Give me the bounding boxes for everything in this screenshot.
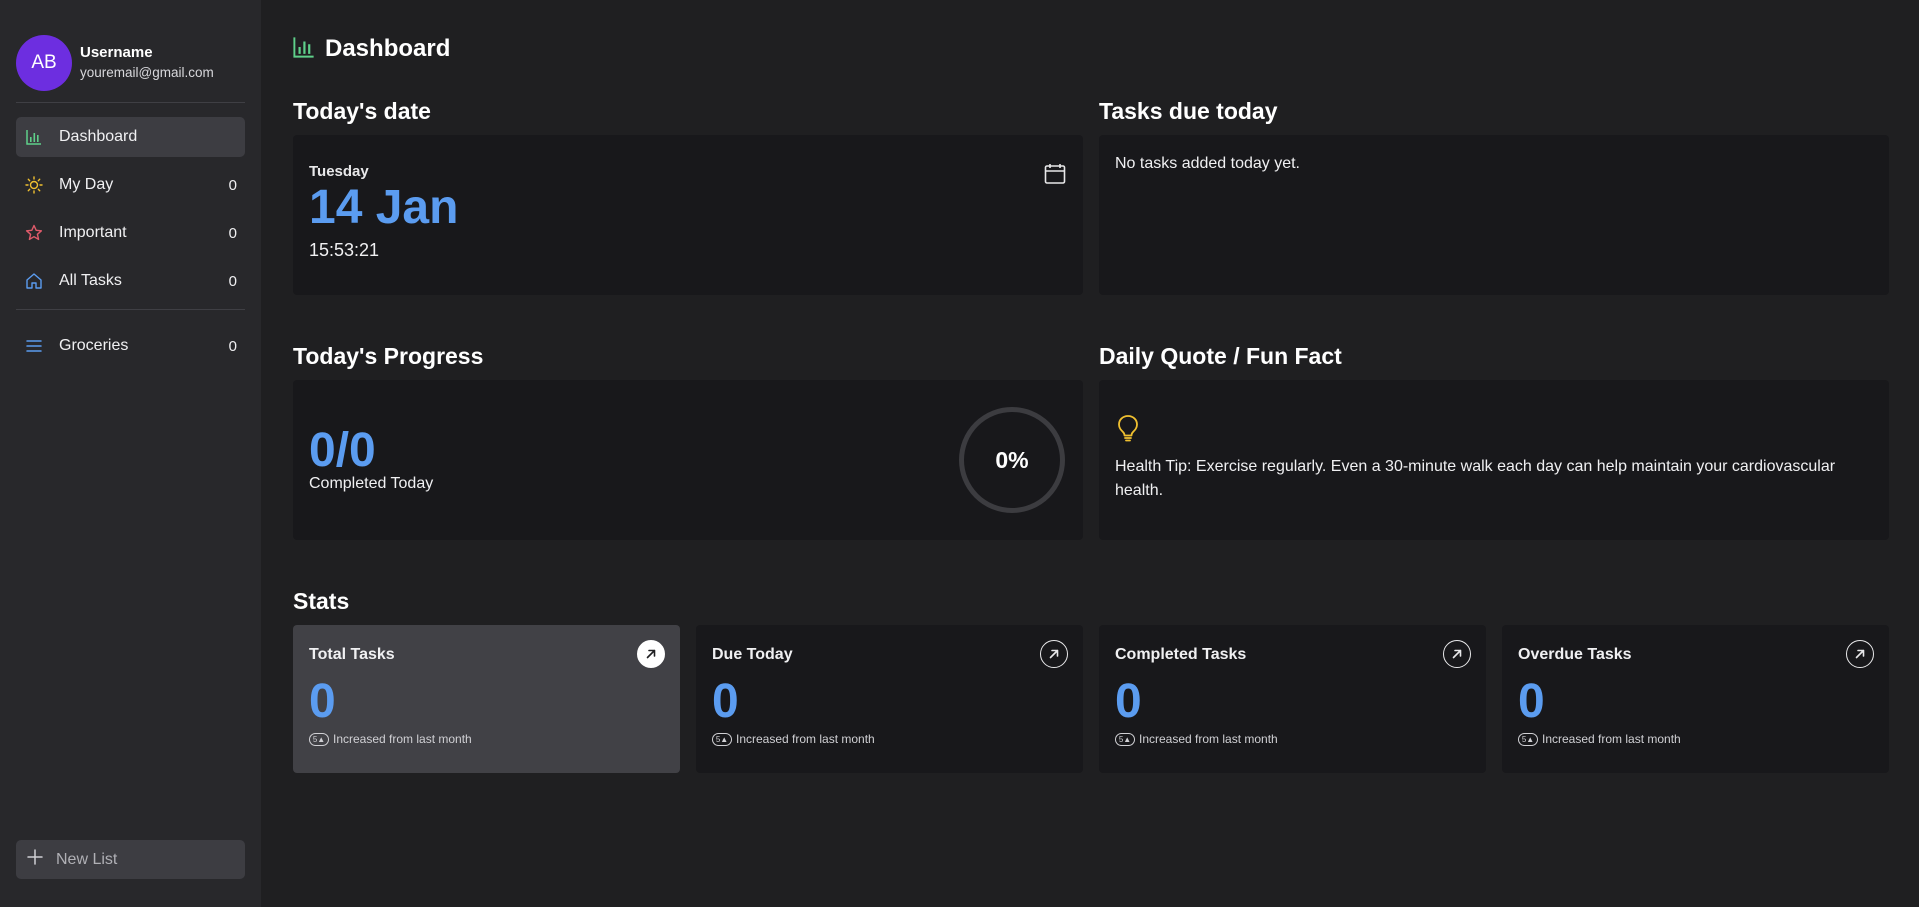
stat-value: 0 [712,675,739,728]
tasks-due-card: No tasks added today yet. [1099,135,1889,295]
quote-section: Daily Quote / Fun Fact Health Tip: Exerc… [1099,343,1889,540]
sidebar-item-label: All Tasks [59,272,122,289]
nav-divider [16,309,245,310]
stat-card-completed-tasks[interactable]: Completed Tasks 0 5 ▲ Increased from last… [1099,625,1486,773]
section-title: Tasks due today [1099,98,1278,124]
stat-sub-label: Increased from last month [1542,732,1681,746]
stat-value: 0 [1518,675,1545,728]
stat-subtext: 5 ▲ Increased from last month [309,732,664,746]
sidebar-item-label: Important [59,224,127,241]
trend-badge: 5 ▲ [712,732,732,746]
stat-title: Completed Tasks [1115,646,1247,663]
sidebar: AB Username youremail@gmail.com Dashboar… [0,0,261,907]
quote-card: Health Tip: Exercise regularly. Even a 3… [1099,380,1889,540]
stat-sub-label: Increased from last month [333,732,472,746]
arrow-up-right-icon[interactable] [637,640,665,668]
trend-badge-value: 5 [312,734,318,744]
date-card: Tuesday 14 Jan 15:53:21 [293,135,1083,295]
chart-icon [293,36,315,63]
calendar-icon[interactable] [1043,162,1067,191]
section-title: Today's Progress [293,343,484,369]
sidebar-item-label: My Day [59,176,114,193]
trend-badge: 5 ▲ [1518,732,1538,746]
sidebar-item-important[interactable]: Important 0 [16,213,245,253]
row-top: Today's date Tuesday 14 Jan 15:53:21 Tas… [293,98,1889,295]
profile[interactable]: AB Username youremail@gmail.com [16,0,245,103]
trend-badge-value: 5 [1118,734,1124,744]
date-value: 14 Jan [309,181,459,234]
avatar[interactable]: AB [16,34,72,91]
stat-title: Due Today [712,646,793,663]
chart-icon [24,127,44,147]
plus-icon [26,848,44,871]
progress-value: 0/0 [309,424,376,477]
page-header: Dashboard [293,0,1889,98]
trend-badge: 5 ▲ [1115,732,1135,746]
list-icon [24,336,44,356]
section-title: Daily Quote / Fun Fact [1099,343,1342,369]
sidebar-item-groceries[interactable]: Groceries 0 [16,326,245,366]
row-middle: Today's Progress 0/0 Completed Today 0% … [293,343,1889,540]
sidebar-item-count: 0 [228,337,237,355]
progress-label: Completed Today [309,475,434,492]
profile-email: youremail@gmail.com [80,64,214,80]
profile-name: Username [80,43,153,61]
time-value: 15:53:21 [309,240,380,260]
today-section: Today's date Tuesday 14 Jan 15:53:21 [293,98,1083,295]
star-icon [24,223,44,243]
lightbulb-icon [1115,415,1141,446]
stat-card-due-today[interactable]: Due Today 0 5 ▲ Increased from last month [696,625,1083,773]
trend-badge: 5 ▲ [309,732,329,746]
stat-title: Total Tasks [309,646,395,663]
trend-badge-value: 5 [715,734,721,744]
stat-subtext: 5 ▲ Increased from last month [1518,732,1873,746]
new-list-label: New List [56,850,118,868]
stat-value: 0 [309,675,336,728]
home-icon [24,271,44,291]
sidebar-item-count: 0 [228,272,237,290]
stat-title: Overdue Tasks [1518,646,1632,663]
stat-sub-label: Increased from last month [736,732,875,746]
stat-sub-label: Increased from last month [1139,732,1278,746]
sidebar-nav: Dashboard My Day 0 Important 0 All Tasks… [0,103,261,366]
trend-badge-value: 5 [1521,734,1527,744]
stat-subtext: 5 ▲ Increased from last month [1115,732,1470,746]
tasks-due-section: Tasks due today No tasks added today yet… [1099,98,1889,295]
stat-card-overdue-tasks[interactable]: Overdue Tasks 0 5 ▲ Increased from last m… [1502,625,1889,773]
sidebar-item-count: 0 [228,224,237,242]
progress-ring: 0% [959,407,1065,513]
section-title: Stats [293,588,350,614]
stat-subtext: 5 ▲ Increased from last month [712,732,1067,746]
arrow-up-right-icon[interactable] [1846,640,1874,668]
progress-section: Today's Progress 0/0 Completed Today 0% [293,343,1083,540]
new-list-button[interactable]: New List [16,840,245,879]
empty-state-text: No tasks added today yet. [1115,155,1300,172]
stats-grid: Total Tasks 0 5 ▲ Increased from last mon… [293,625,1889,773]
sidebar-item-count: 0 [228,176,237,194]
stats-section: Stats Total Tasks 0 5 ▲ Increased from la… [293,588,1889,773]
quote-text: Health Tip: Exercise regularly. Even a 3… [1115,458,1836,499]
sidebar-item-my-day[interactable]: My Day 0 [16,165,245,205]
profile-text: Username youremail@gmail.com [80,43,214,83]
day-name: Tuesday [309,163,369,180]
stat-card-total-tasks[interactable]: Total Tasks 0 5 ▲ Increased from last mon… [293,625,680,773]
sidebar-item-label: Groceries [59,337,129,354]
progress-percent: 0% [995,446,1029,473]
sidebar-item-label: Dashboard [59,128,138,145]
arrow-up-right-icon[interactable] [1443,640,1471,668]
sidebar-item-all-tasks[interactable]: All Tasks 0 [16,261,245,301]
page-title: Dashboard [325,35,451,62]
section-title: Today's date [293,98,431,124]
stat-value: 0 [1115,675,1142,728]
sidebar-item-dashboard[interactable]: Dashboard [16,117,245,157]
progress-card: 0/0 Completed Today 0% [293,380,1083,540]
main-content: Dashboard Today's date Tuesday 14 Jan 15… [261,0,1919,907]
sun-icon [24,175,44,195]
arrow-up-right-icon[interactable] [1040,640,1068,668]
